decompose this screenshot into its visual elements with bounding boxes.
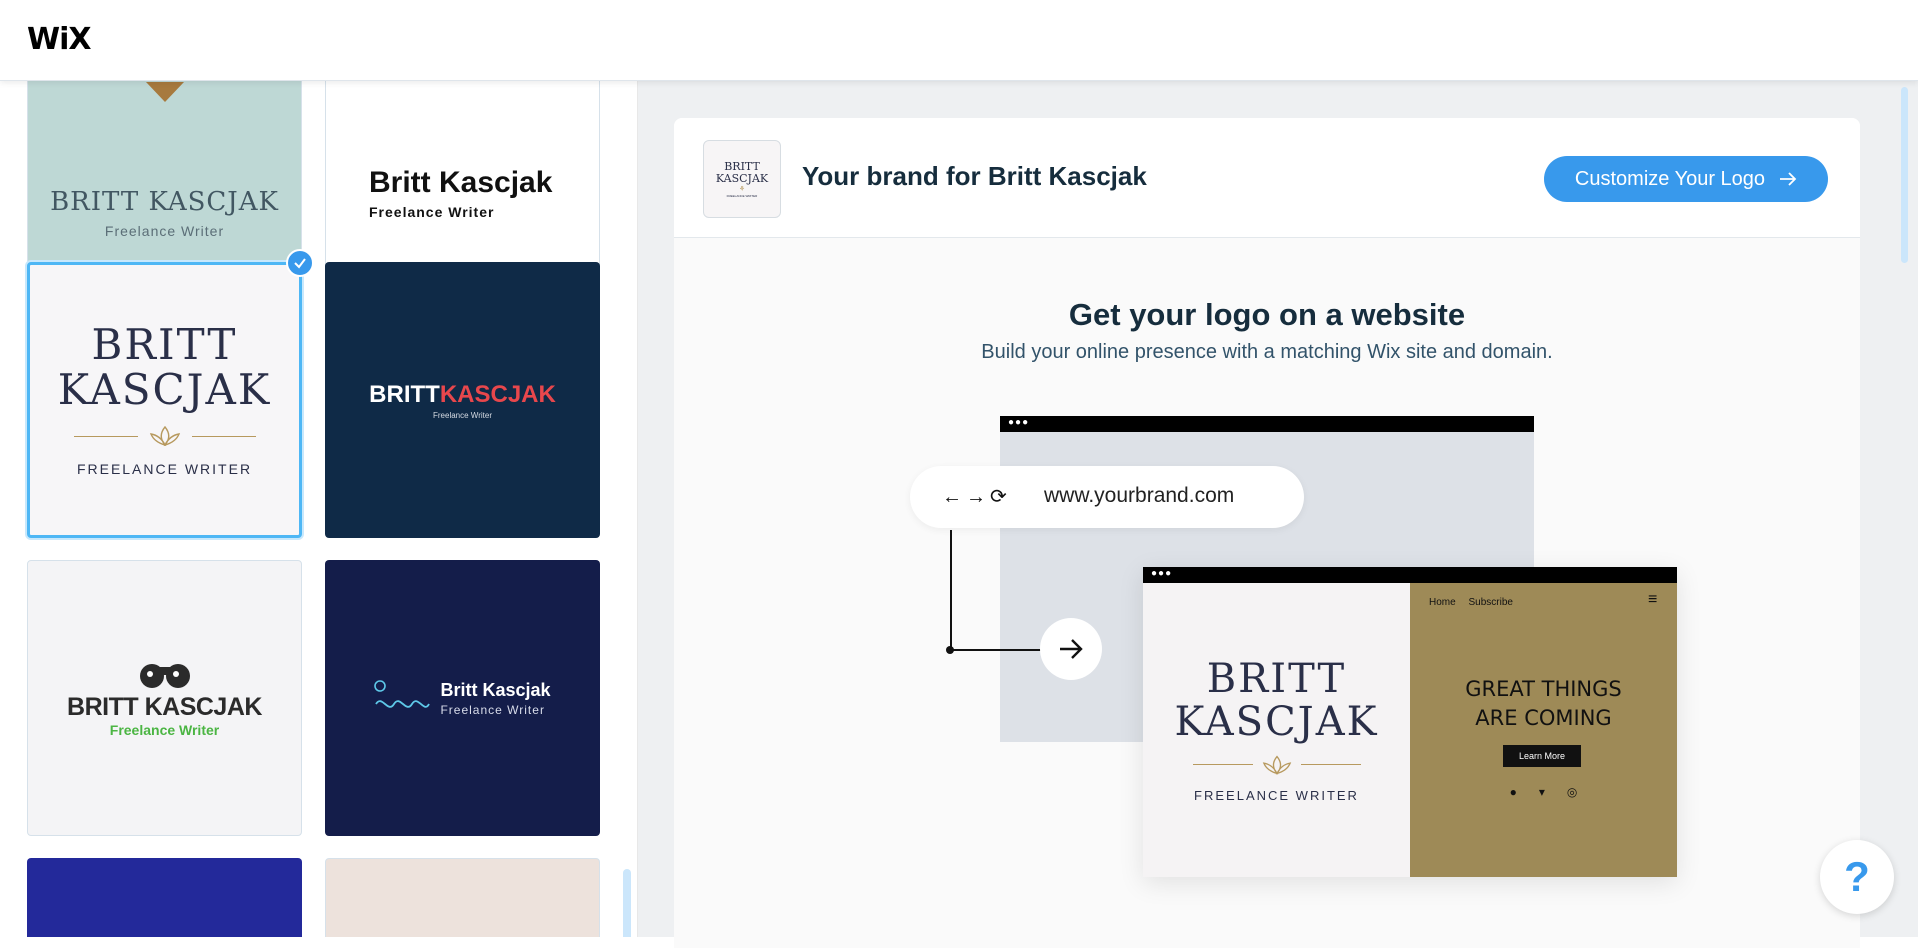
logo-tagline: Freelance Writer: [109, 721, 220, 738]
wave-icon: [374, 680, 431, 708]
arrow-right-circle-icon: [1040, 618, 1102, 680]
browser-mockup-front: ●●● BRITT KASCJAK FREELANCE WRITER Home …: [1143, 567, 1677, 877]
site-name-line1: BRITT: [1206, 655, 1347, 702]
url-bar: ←→⟳ www.yourbrand.com: [910, 466, 1304, 528]
right-scrollbar-thumb[interactable]: [1901, 87, 1908, 263]
twitter-icon: ▾: [1538, 785, 1567, 799]
logo-tagline: FREELANCE WRITER: [76, 461, 253, 477]
logo-tagline: Freelance Writer: [369, 204, 495, 220]
lotus-divider: [1192, 754, 1361, 776]
site-nav: Home Subscribe: [1429, 597, 1513, 608]
logo-option-8[interactable]: [325, 858, 600, 937]
site-headline: GREAT THINGS ARE COMING: [1465, 677, 1622, 730]
connector-line: [950, 649, 1042, 651]
logo-option-4[interactable]: BRITTKASCJAK Freelance Writer: [325, 262, 600, 538]
brand-card-header: BRITT KASCJAK ⚘ FREELANCE WRITER Your br…: [674, 118, 1860, 238]
diamond-icon: [146, 82, 184, 102]
lotus-icon: [149, 425, 180, 447]
preview-panel: BRITT KASCJAK ⚘ FREELANCE WRITER Your br…: [638, 81, 1918, 948]
url-text: www.yourbrand.com: [1044, 484, 1235, 507]
logo-name-line2: KASCJAK: [57, 365, 272, 414]
logo-name: BRITTKASCJAK: [369, 380, 556, 408]
wix-logo[interactable]: WiX: [27, 22, 92, 57]
facebook-icon: ●: [1509, 785, 1539, 799]
brand-card: BRITT KASCJAK ⚘ FREELANCE WRITER Your br…: [674, 118, 1860, 948]
arrow-right-icon: [1780, 172, 1797, 186]
window-dots-icon: ●●●: [1151, 568, 1173, 579]
brand-title: Your brand for Britt Kascjak: [802, 161, 1147, 191]
hamburger-icon: ≡: [1648, 591, 1658, 608]
promo-subtitle: Build your online presence with a matchi…: [981, 341, 1553, 363]
instagram-icon: ◎: [1566, 785, 1600, 799]
site-tagline: FREELANCE WRITER: [1194, 787, 1359, 803]
logo-tagline: Freelance Writer: [440, 702, 545, 717]
logo-option-3-selected[interactable]: BRITT KASCJAK FREELANCE WRITER: [27, 262, 302, 538]
brand-logo-thumbnail: BRITT KASCJAK ⚘ FREELANCE WRITER: [703, 140, 781, 218]
lotus-divider: [73, 425, 256, 447]
customize-logo-button[interactable]: Customize Your Logo: [1544, 156, 1828, 202]
logo-tagline: Freelance Writer: [433, 410, 492, 420]
left-scrollbar-thumb[interactable]: [623, 869, 631, 937]
binoculars-icon: [139, 663, 190, 688]
site-name-line2: KASCJAK: [1174, 698, 1379, 745]
logo-option-5[interactable]: BRITT KASCJAK Freelance Writer: [27, 560, 302, 836]
logo-tagline: Freelance Writer: [104, 222, 225, 239]
connector-line: [950, 530, 952, 651]
logo-name-line1: BRITT: [91, 320, 238, 369]
thumb-lotus-icon: ⚘: [738, 185, 746, 193]
logo-option-6[interactable]: Britt Kascjak Freelance Writer: [325, 560, 600, 836]
selected-check-icon: [286, 249, 314, 277]
social-icons: ●▾◎: [1410, 785, 1677, 799]
site-hero-area: Home Subscribe ≡ GREAT THINGS ARE COMING…: [1410, 583, 1677, 877]
logo-option-7[interactable]: [27, 858, 302, 937]
logo-name: Britt Kascjak: [369, 166, 553, 199]
promo-title: Get your logo on a website: [1068, 297, 1466, 332]
customize-logo-label: Customize Your Logo: [1574, 167, 1766, 190]
browser-nav-icons: ←→⟳: [942, 486, 1011, 508]
top-bar: WiX: [0, 0, 1918, 81]
lotus-icon: [1262, 754, 1291, 775]
logo-name: Britt Kascjak: [440, 679, 551, 700]
logo-name: BRITT KASCJAK: [67, 692, 262, 721]
site-logo-area: BRITT KASCJAK FREELANCE WRITER: [1143, 583, 1410, 877]
site-learn-more-button: Learn More: [1503, 745, 1581, 767]
logo-options-panel: BRITT KASCJAK Freelance Writer Britt Kas…: [0, 81, 638, 937]
connector-dot: [946, 646, 954, 654]
logo-name: BRITT KASCJAK: [50, 186, 279, 217]
window-dots-icon: ●●●: [1008, 417, 1030, 428]
help-button[interactable]: ?: [1820, 840, 1894, 914]
